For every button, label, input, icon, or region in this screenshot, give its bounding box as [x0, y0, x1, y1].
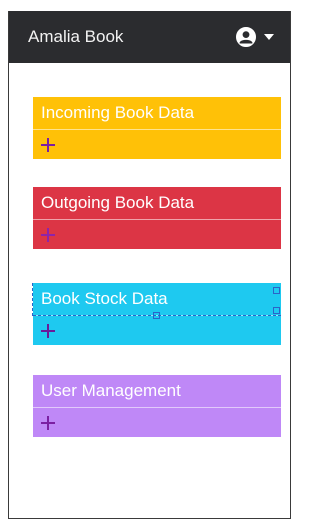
add-stock-button[interactable] — [33, 316, 281, 345]
resize-handle[interactable] — [153, 312, 160, 319]
card-outgoing-book-data: Outgoing Book Data — [33, 187, 281, 249]
add-outgoing-button[interactable] — [33, 220, 281, 249]
brand-title[interactable]: Amalia Book — [28, 27, 123, 47]
add-user-button[interactable] — [33, 408, 281, 437]
card-title[interactable]: User Management — [33, 375, 281, 408]
card-incoming-book-data: Incoming Book Data — [33, 97, 281, 159]
card-book-stock-data: Book Stock Data — [32, 283, 281, 345]
card-title[interactable]: Incoming Book Data — [33, 97, 281, 130]
user-menu-toggle[interactable] — [236, 27, 274, 47]
plus-icon — [41, 227, 55, 242]
user-circle-icon — [236, 27, 256, 47]
resize-handle[interactable] — [273, 307, 280, 314]
navbar: Amalia Book — [9, 11, 290, 63]
plus-icon — [41, 137, 55, 152]
resize-handle[interactable] — [273, 287, 280, 294]
card-title[interactable]: Outgoing Book Data — [33, 187, 281, 220]
app-frame: Amalia Book Incoming Book Data Outgoing … — [8, 11, 291, 519]
card-user-management: User Management — [33, 375, 281, 437]
add-incoming-button[interactable] — [33, 130, 281, 159]
plus-icon — [41, 323, 55, 338]
caret-down-icon — [264, 34, 274, 40]
selection-outline — [32, 283, 33, 316]
plus-icon — [41, 415, 55, 430]
